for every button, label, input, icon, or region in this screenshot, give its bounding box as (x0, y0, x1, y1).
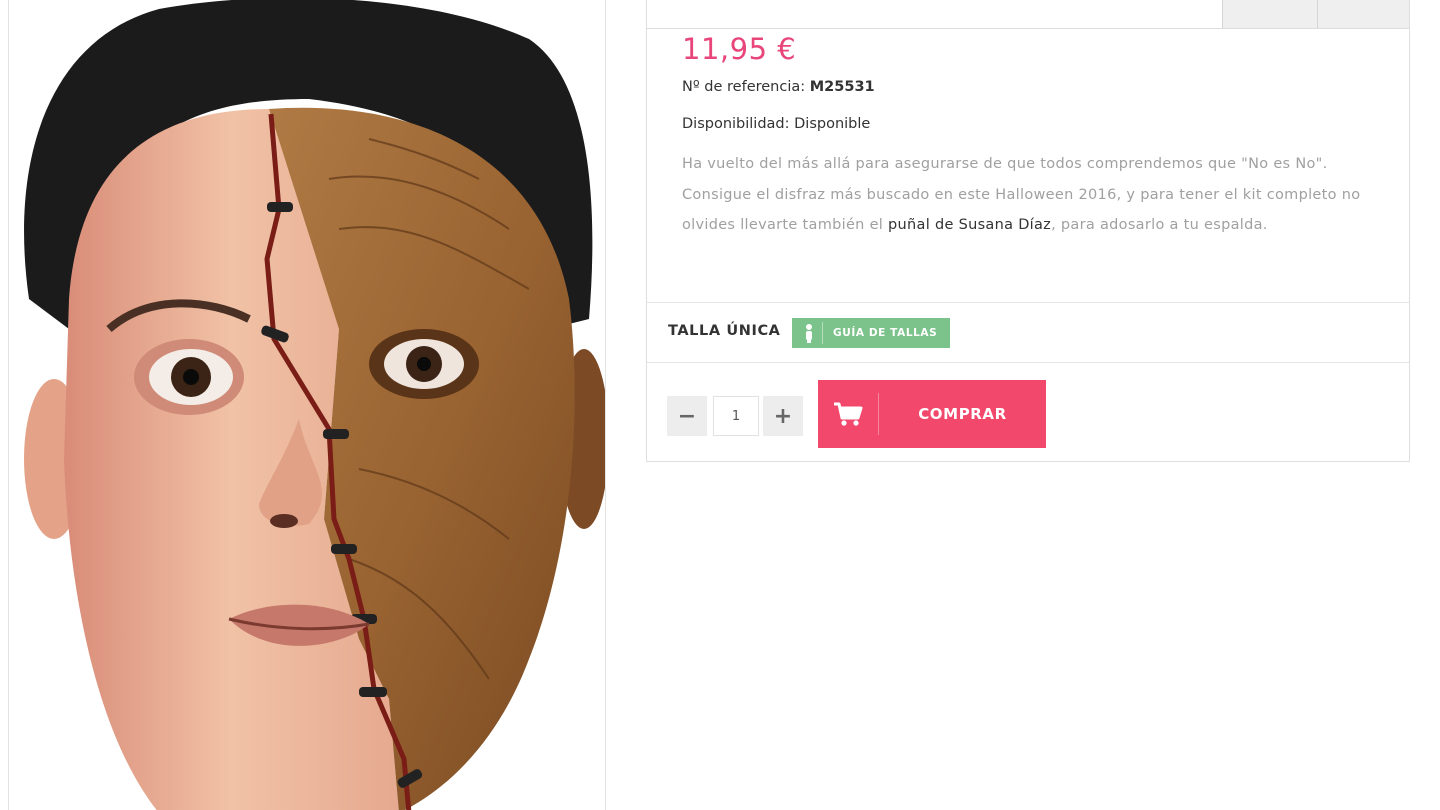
product-info-panel: 11,95 € Nº de referencia: M25531 Disponi… (646, 0, 1410, 462)
divider (647, 302, 1409, 303)
product-description: Ha vuelto del más allá para asegurarse d… (682, 149, 1362, 241)
button-divider (822, 322, 823, 344)
reference-value: M25531 (809, 79, 875, 95)
description-link[interactable]: puñal de Susana Díaz (888, 217, 1051, 233)
quantity-decrease-button[interactable]: − (667, 396, 707, 436)
product-image (24, 0, 605, 810)
reference-label: Nº de referencia: (682, 79, 806, 95)
buy-label: COMPRAR (918, 405, 1007, 423)
size-label: TALLA ÚNICA (668, 323, 781, 339)
product-price: 11,95 € (682, 32, 797, 66)
size-guide-label: GUÍA DE TALLAS (833, 327, 938, 339)
description-text: , para adosarlo a tu espalda. (1051, 217, 1268, 233)
product-tabs (647, 0, 1409, 29)
cart-icon (818, 380, 878, 448)
reference-number: Nº de referencia: M25531 (682, 79, 875, 95)
buy-button[interactable]: COMPRAR (818, 380, 1046, 448)
person-icon (798, 318, 822, 348)
tab-button[interactable] (1317, 0, 1409, 28)
availability: Disponibilidad: Disponible (682, 116, 871, 132)
divider (647, 362, 1409, 363)
size-guide-button[interactable]: GUÍA DE TALLAS (792, 318, 950, 348)
product-image-panel (8, 0, 606, 810)
quantity-increase-button[interactable]: + (763, 396, 803, 436)
quantity-input[interactable] (713, 396, 759, 436)
tab-button[interactable] (1222, 0, 1317, 28)
